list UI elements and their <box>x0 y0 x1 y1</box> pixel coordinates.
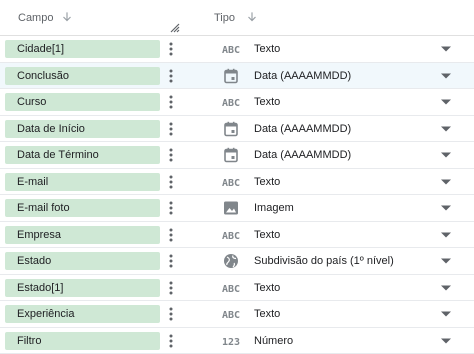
table-row[interactable]: Filtro 123 Número <box>0 328 474 354</box>
calendar-icon <box>224 121 238 136</box>
more-vert-icon[interactable] <box>166 174 176 190</box>
more-vert-icon[interactable] <box>166 121 176 137</box>
field-chip[interactable]: Conclusão <box>5 66 160 85</box>
abc-text-icon: ABC <box>222 178 240 189</box>
field-chip[interactable]: E-mail <box>5 172 160 191</box>
dropdown-arrow-icon[interactable] <box>441 98 451 106</box>
more-vert-icon[interactable] <box>166 280 176 296</box>
field-chip[interactable]: Estado <box>5 252 160 270</box>
field-chip[interactable]: E-mail foto <box>5 199 160 217</box>
field-type-select[interactable]: Data (AAAAMMDD) <box>254 116 351 142</box>
field-type-select[interactable]: Texto <box>254 301 280 327</box>
dropdown-arrow-icon[interactable] <box>441 204 451 212</box>
sort-arrow-down-icon[interactable] <box>60 10 74 24</box>
field-chip[interactable]: Cidade[1] <box>5 40 160 58</box>
table-row[interactable]: Curso ABC Texto <box>0 89 474 116</box>
column-header-tipo[interactable]: Tipo <box>214 12 235 24</box>
field-chip[interactable]: Curso <box>5 93 160 111</box>
table-row[interactable]: Data de Término Data (AAAAMMDD) <box>0 142 474 169</box>
more-vert-icon[interactable] <box>166 147 176 163</box>
dropdown-arrow-icon[interactable] <box>441 45 451 53</box>
field-chip[interactable]: Experiência <box>5 305 160 323</box>
field-type-select[interactable]: Número <box>254 328 293 354</box>
field-type-select[interactable]: Texto <box>254 89 280 115</box>
field-type-select[interactable]: Texto <box>254 36 280 62</box>
table-row[interactable]: Experiência ABC Texto <box>0 301 474 328</box>
svg-text:ABC: ABC <box>222 310 240 321</box>
svg-text:ABC: ABC <box>222 45 240 56</box>
calendar-icon <box>224 68 238 83</box>
field-chip[interactable]: Filtro <box>5 331 160 350</box>
field-type-select[interactable]: Texto <box>254 222 280 248</box>
svg-text:123: 123 <box>222 337 240 348</box>
more-vert-icon[interactable] <box>166 41 176 57</box>
field-type-select[interactable]: Subdivisão do país (1º nível) <box>254 248 394 274</box>
more-vert-icon[interactable] <box>166 306 176 322</box>
abc-text-icon: ABC <box>222 45 240 56</box>
column-resize-handle-icon[interactable] <box>168 21 180 33</box>
image-icon <box>224 201 238 215</box>
table-row[interactable]: Cidade[1] ABC Texto <box>0 36 474 63</box>
more-vert-icon[interactable] <box>166 253 176 269</box>
table-row[interactable]: Estado[1] ABC Texto <box>0 275 474 301</box>
abc-text-icon: ABC <box>222 231 240 242</box>
field-type-select[interactable]: Data (AAAAMMDD) <box>254 142 351 168</box>
field-chip[interactable]: Data de Início <box>5 119 160 138</box>
abc-text-icon: ABC <box>222 310 240 321</box>
calendar-icon <box>224 147 238 163</box>
number-123-icon: 123 <box>222 337 240 348</box>
table-row[interactable]: Estado Subdivisão do país (1º nível) <box>0 248 474 275</box>
dropdown-arrow-icon[interactable] <box>441 257 451 265</box>
dropdown-arrow-icon[interactable] <box>441 284 451 292</box>
table-header: Campo Tipo <box>0 0 474 36</box>
field-chip[interactable]: Estado[1] <box>5 278 160 297</box>
dropdown-arrow-icon[interactable] <box>441 151 451 159</box>
sort-arrow-down-icon[interactable] <box>245 10 259 24</box>
column-header-campo[interactable]: Campo <box>18 12 53 24</box>
more-vert-icon[interactable] <box>166 200 176 216</box>
dropdown-arrow-icon[interactable] <box>441 125 451 133</box>
svg-text:ABC: ABC <box>222 178 240 189</box>
table-row[interactable]: E-mail ABC Texto <box>0 169 474 195</box>
field-chip[interactable]: Data de Término <box>5 146 160 164</box>
abc-text-icon: ABC <box>222 284 240 295</box>
field-list: Cidade[1] ABC Texto Conclusão Data (AAAAMMDD… <box>0 36 474 354</box>
table-row[interactable]: E-mail foto Imagem <box>0 195 474 222</box>
table-row[interactable]: Empresa ABC Texto <box>0 222 474 248</box>
dropdown-arrow-icon[interactable] <box>441 178 451 186</box>
more-vert-icon[interactable] <box>166 333 176 349</box>
table-row[interactable]: Conclusão Data (AAAAMMDD) <box>0 62 474 89</box>
abc-text-icon: ABC <box>222 98 240 109</box>
field-type-select[interactable]: Texto <box>254 275 280 301</box>
dropdown-arrow-icon[interactable] <box>441 337 451 345</box>
field-type-select[interactable]: Imagem <box>254 195 294 221</box>
more-vert-icon[interactable] <box>166 94 176 110</box>
field-chip[interactable]: Empresa <box>5 225 160 244</box>
dropdown-arrow-icon[interactable] <box>441 310 451 318</box>
dropdown-arrow-icon[interactable] <box>441 72 451 80</box>
globe-icon <box>224 254 238 268</box>
svg-text:ABC: ABC <box>222 231 240 242</box>
more-vert-icon[interactable] <box>166 68 176 84</box>
field-type-select[interactable]: Data (AAAAMMDD) <box>254 63 351 89</box>
field-type-select[interactable]: Texto <box>254 169 280 195</box>
table-row[interactable]: Data de Início Data (AAAAMMDD) <box>0 116 474 142</box>
svg-text:ABC: ABC <box>222 284 240 295</box>
dropdown-arrow-icon[interactable] <box>441 231 451 239</box>
svg-text:ABC: ABC <box>222 98 240 109</box>
more-vert-icon[interactable] <box>166 227 176 243</box>
